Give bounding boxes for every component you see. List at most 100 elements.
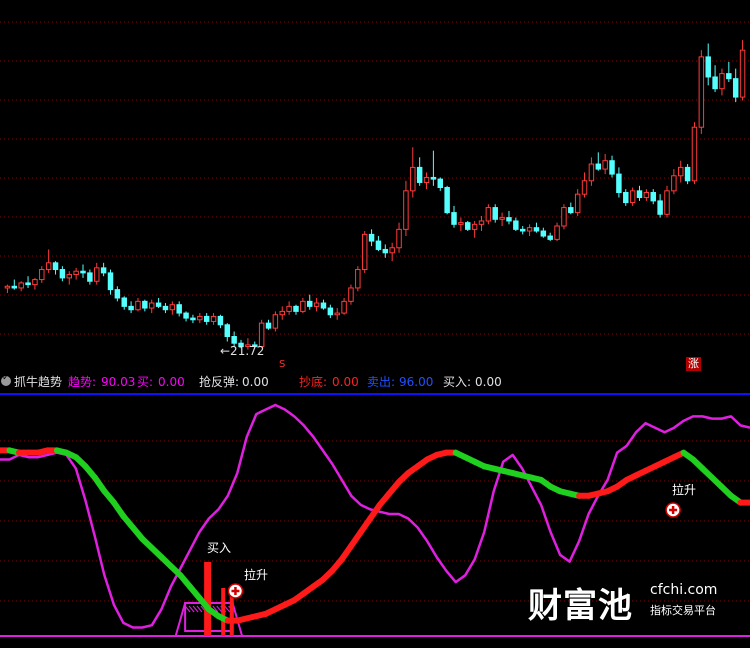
candle — [416, 157, 423, 186]
candle — [519, 226, 526, 235]
rise-signal-label-2: 拉升 — [672, 483, 697, 497]
candle-body — [396, 228, 402, 249]
candle — [561, 204, 567, 230]
bottom-fishing-label: 抄底: — [299, 375, 328, 389]
candle-body — [279, 310, 285, 316]
candle-body — [547, 235, 553, 240]
candle-body — [444, 186, 450, 214]
candle-body — [616, 173, 622, 194]
bottom-pattern — [174, 562, 244, 637]
candle — [609, 155, 615, 178]
candle — [533, 222, 540, 233]
candle — [568, 202, 574, 215]
candle — [272, 311, 279, 332]
candle — [66, 271, 73, 285]
candle — [540, 227, 547, 238]
indicator-name: 抓牛趋势 — [14, 375, 63, 389]
rebound-value: 0.00 — [242, 375, 269, 389]
candle-body — [581, 180, 588, 195]
candle — [643, 189, 650, 201]
candle — [657, 194, 663, 218]
candle — [664, 185, 670, 218]
candle — [52, 261, 59, 275]
candle-body — [190, 317, 196, 321]
candle — [107, 269, 114, 295]
candle — [684, 164, 691, 185]
candle-body — [574, 193, 581, 214]
buy-bar — [204, 562, 212, 636]
candle-body — [609, 160, 615, 175]
candle-body — [430, 176, 437, 180]
candle-body — [87, 272, 93, 282]
candle-body — [629, 190, 636, 204]
candle-body — [217, 315, 224, 326]
watermark-domain: cfchi.com — [650, 582, 718, 598]
candle — [616, 167, 622, 198]
candle-body — [540, 230, 547, 237]
candle — [300, 298, 306, 314]
candle-body — [59, 269, 66, 279]
candle — [183, 311, 189, 322]
candle-body — [293, 305, 299, 312]
candle-body — [183, 312, 189, 319]
candle — [719, 68, 725, 96]
candle-body — [650, 192, 656, 202]
candlestick-series — [4, 40, 746, 350]
candle-body — [410, 166, 416, 192]
buy-in-label: 买入: — [443, 375, 472, 389]
buy-label: 买: — [137, 375, 154, 389]
candle-body — [623, 192, 629, 204]
candle-body — [691, 126, 698, 182]
candle — [121, 296, 127, 310]
candle-body — [526, 227, 533, 232]
candle — [327, 304, 334, 319]
candle-body — [465, 222, 471, 230]
candle-body — [506, 217, 512, 222]
bottom-fishing-value: 0.00 — [332, 375, 359, 389]
candle — [410, 147, 416, 198]
candle — [547, 232, 553, 242]
candle-body — [739, 49, 746, 98]
candle-body — [513, 220, 519, 230]
candle — [602, 154, 608, 175]
candle-body — [732, 78, 739, 98]
candle — [320, 299, 327, 310]
candle-body — [45, 262, 52, 271]
candle-body — [320, 302, 327, 309]
candle-body — [671, 175, 677, 192]
candle-body — [361, 233, 368, 271]
buy-bar — [229, 594, 234, 636]
check-icon[interactable] — [1, 373, 11, 386]
indicator-header: 抓牛趋势 趋势: 90.03 买: 0.00 抢反弹: 0.00 抄底: 0.0… — [0, 373, 750, 390]
candle-body — [135, 300, 141, 311]
candle — [478, 215, 485, 232]
candle-body — [519, 228, 526, 232]
candle-body — [224, 324, 231, 338]
candle — [375, 236, 382, 252]
candle — [100, 262, 107, 277]
candle-body — [423, 176, 430, 183]
candle-body — [348, 287, 354, 302]
candle — [705, 43, 711, 86]
candle — [59, 266, 66, 282]
trend-label: 趋势: — [68, 375, 97, 389]
candle-body — [643, 192, 650, 199]
candle — [25, 276, 31, 288]
candle — [348, 284, 354, 305]
candle-body — [355, 269, 361, 289]
candle — [45, 249, 52, 273]
buy-value: 0.00 — [158, 375, 185, 389]
candle-body — [677, 166, 684, 177]
buy-in-value: 0.00 — [475, 375, 502, 389]
candle-body — [705, 56, 711, 78]
candle — [203, 313, 210, 325]
buy-signal-label: 买入 — [207, 541, 232, 555]
candle — [423, 172, 430, 190]
candle — [465, 220, 471, 232]
candle — [148, 299, 155, 314]
candle — [506, 210, 512, 225]
candle-body — [39, 269, 45, 281]
candle-body — [155, 302, 162, 307]
candle — [197, 313, 203, 324]
candle — [499, 212, 505, 226]
